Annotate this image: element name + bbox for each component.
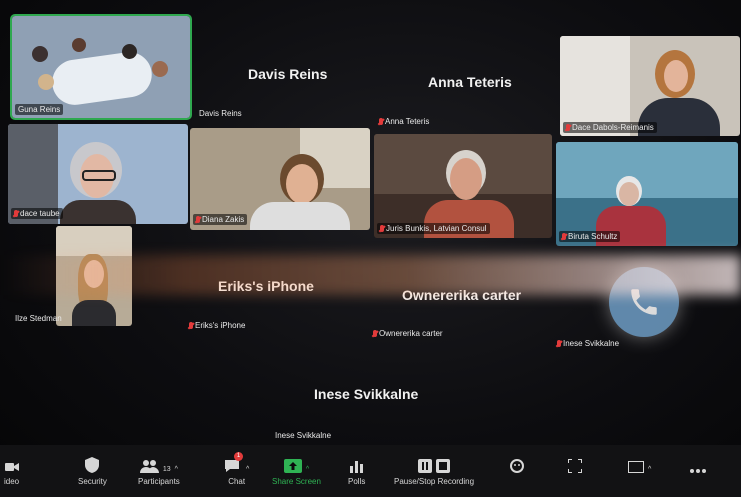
name-label: Inese Svikkalne <box>554 338 622 349</box>
person-body <box>72 300 116 326</box>
mic-muted-icon <box>196 216 200 223</box>
attendee-head <box>122 44 137 59</box>
security-button[interactable]: Security <box>78 455 107 486</box>
share-screen-button[interactable]: ^ Share Screen <box>272 455 321 486</box>
mic-muted-icon <box>562 233 566 240</box>
tile-dace-taube[interactable]: dace taube <box>8 124 188 224</box>
phone-call-icon[interactable] <box>609 267 679 337</box>
glasses <box>82 170 116 181</box>
person-face <box>450 158 482 200</box>
tile-biruta-schultz[interactable]: Biruta Schultz <box>556 142 738 246</box>
name-label: Anna Teteris <box>376 116 432 127</box>
reactions-icon <box>510 455 524 473</box>
tile-center-name: Inese Svikkalne <box>314 386 419 402</box>
tile-center-name: Anna Teteris <box>428 74 512 90</box>
tile-center-name: Eriks's iPhone <box>218 278 314 294</box>
name-label: Diana Zakis <box>193 214 248 225</box>
tile-center-name: Davis Reins <box>248 66 328 82</box>
name-label: Ilze Stedman <box>15 314 62 323</box>
tile-diana-zakis[interactable]: Diana Zakis <box>190 128 370 230</box>
mic-muted-icon <box>189 322 193 329</box>
attendee-head <box>32 46 48 62</box>
chevron-up-icon[interactable]: ^ <box>175 466 178 473</box>
window-light <box>556 142 738 198</box>
polls-label: Polls <box>348 477 366 486</box>
participants-label: Participants <box>138 477 180 486</box>
name-label: Biruta Schultz <box>559 231 621 242</box>
security-label: Security <box>78 477 107 486</box>
name-label: dace taube <box>11 208 63 219</box>
fullscreen-button[interactable] <box>568 455 582 477</box>
view-icon: ^ <box>628 455 651 473</box>
chevron-up-icon[interactable]: ^ <box>306 466 309 473</box>
tile-ilze-stedman[interactable] <box>56 226 132 326</box>
chat-label: Chat <box>228 477 246 486</box>
meeting-gallery: Guna Reins Davis Reins Davis Reins Anna … <box>0 0 741 497</box>
person-face <box>664 60 688 92</box>
name-label: Eriks's iPhone <box>186 320 248 331</box>
chevron-up-icon[interactable]: ^ <box>648 466 651 473</box>
name-label: Inese Svikkalne <box>275 431 332 440</box>
name-label: Davis Reins <box>199 109 242 118</box>
chevron-up-icon[interactable]: ^ <box>246 466 249 473</box>
tile-guna-reins[interactable]: Guna Reins <box>10 14 192 120</box>
more-icon <box>690 455 706 473</box>
person-body <box>250 202 350 230</box>
mic-muted-icon <box>566 124 570 131</box>
video-camera-icon <box>4 455 19 473</box>
video-button[interactable]: ideo <box>4 455 19 486</box>
attendee-head <box>72 38 86 52</box>
view-button[interactable]: ^ <box>628 455 651 477</box>
shield-icon <box>85 455 100 473</box>
name-label: Guna Reins <box>15 104 64 115</box>
more-button[interactable] <box>690 455 706 477</box>
mic-muted-icon <box>373 330 377 337</box>
fullscreen-icon <box>568 455 582 473</box>
mic-muted-icon <box>557 340 561 347</box>
share-screen-icon: ^ <box>283 455 309 473</box>
person-body <box>60 200 136 224</box>
ceiling-light <box>56 226 132 256</box>
participants-icon: 13 ^ <box>139 455 178 473</box>
chat-badge: 1 <box>234 452 243 461</box>
video-label: ideo <box>4 477 20 486</box>
participants-button[interactable]: 13 ^ Participants <box>138 455 180 486</box>
recording-controls-icon <box>418 455 451 473</box>
pause-stop-recording-button[interactable]: Pause/Stop Recording <box>394 455 474 486</box>
name-label: Dace Dabols-Reimanis <box>563 122 657 133</box>
person-face <box>619 182 639 206</box>
recording-label: Pause/Stop Recording <box>394 477 475 486</box>
share-screen-label: Share Screen <box>272 477 321 486</box>
mic-muted-icon <box>379 118 383 125</box>
polls-icon <box>349 455 364 473</box>
tile-center-name: Ownererika carter <box>402 287 522 303</box>
room-table <box>49 49 155 108</box>
meeting-toolbar: ideo Security 13 ^ Participants 1 ^ Chat <box>0 445 741 497</box>
attendee-head <box>152 61 168 77</box>
attendee-head <box>38 74 54 90</box>
chat-button[interactable]: 1 ^ Chat <box>224 452 249 486</box>
participants-count: 13 <box>162 466 171 473</box>
person-face <box>286 164 318 204</box>
person-face <box>84 260 104 288</box>
name-label: Juris Bunkis, Latvian Consul <box>377 223 490 234</box>
polls-button[interactable]: Polls <box>348 455 365 486</box>
tile-juris-bunkis[interactable]: Juris Bunkis, Latvian Consul <box>374 134 552 238</box>
window-background <box>560 36 630 136</box>
mic-muted-icon <box>14 210 18 217</box>
reactions-button[interactable] <box>510 455 524 477</box>
tile-dace-dabols-reimanis[interactable]: Dace Dabols-Reimanis <box>560 36 740 136</box>
mic-muted-icon <box>380 225 384 232</box>
chat-icon: 1 ^ <box>224 452 249 473</box>
name-label: Ownererika carter <box>370 328 446 339</box>
